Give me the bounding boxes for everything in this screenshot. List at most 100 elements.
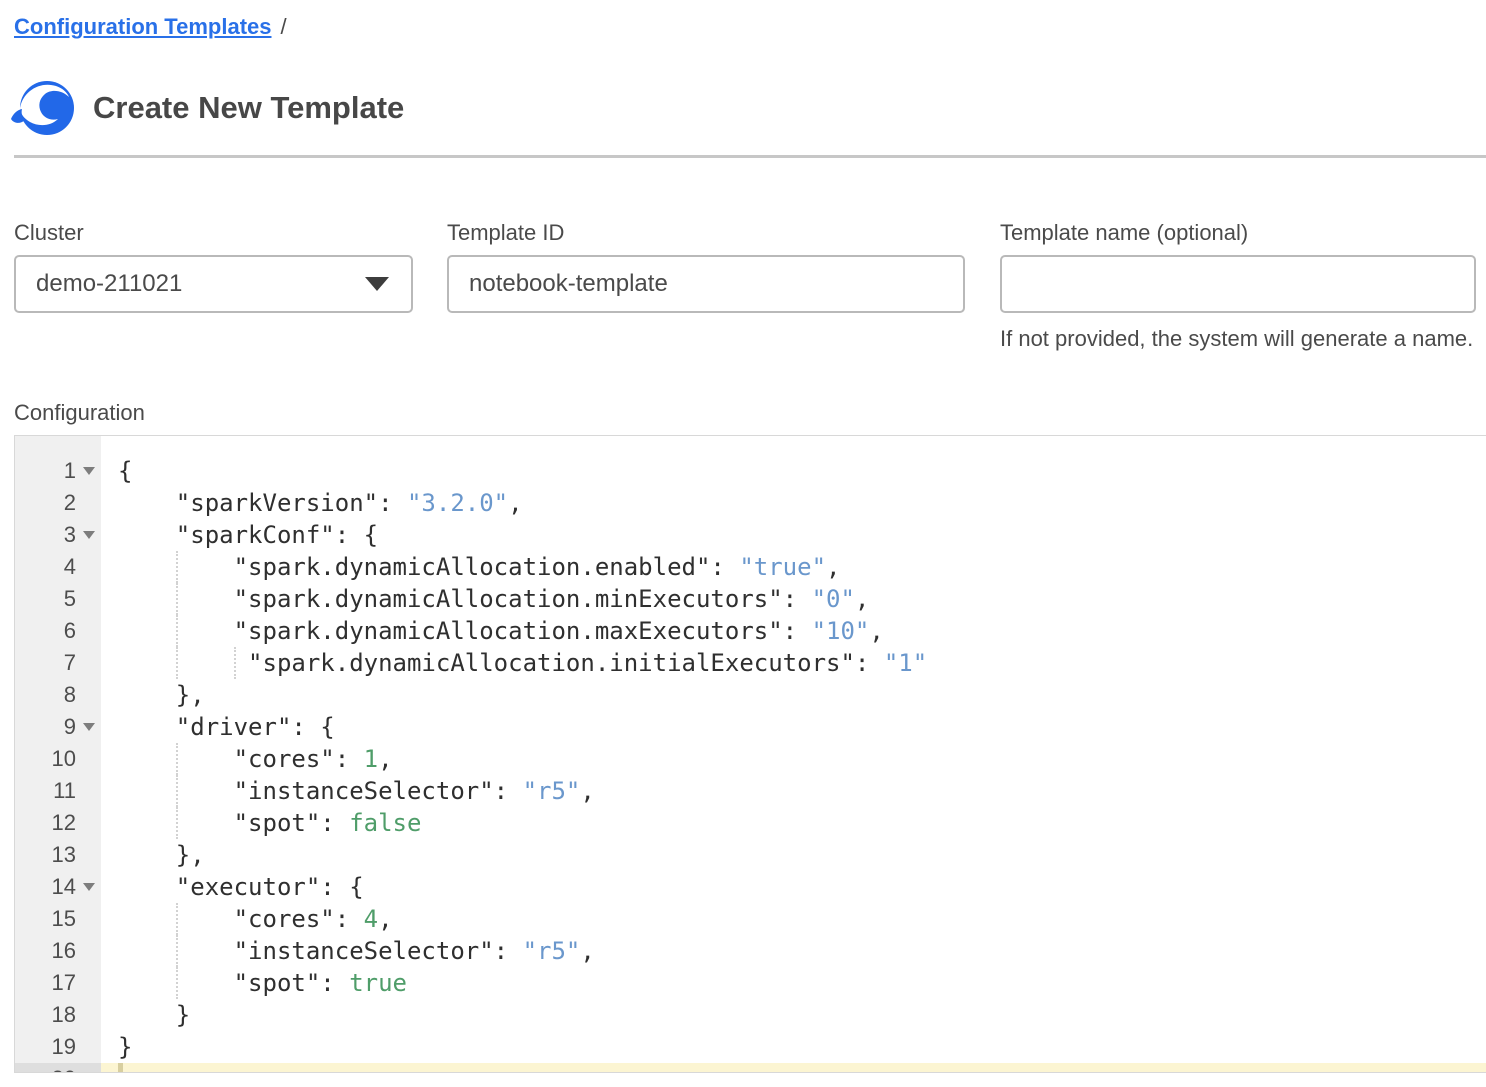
code-line[interactable]: 13 }, (15, 839, 1486, 871)
code-line-content[interactable]: "sparkConf": { (101, 519, 1486, 551)
token-plain: , (855, 585, 869, 613)
gutter-line-number[interactable]: 12 (15, 807, 101, 839)
template-id-input[interactable] (447, 255, 965, 313)
fold-arrow-icon[interactable] (83, 531, 95, 539)
gutter-line-number[interactable]: 16 (15, 935, 101, 967)
code-line[interactable]: 2 "sparkVersion": "3.2.0", (15, 487, 1486, 519)
code-line[interactable]: 15 "cores": 4, (15, 903, 1486, 935)
chevron-down-icon (365, 277, 389, 291)
code-line[interactable]: 6 "spark.dynamicAllocation.maxExecutors"… (15, 615, 1486, 647)
token-string: "3.2.0" (407, 489, 508, 517)
code-line[interactable]: 19} (15, 1031, 1486, 1063)
gutter-line-number[interactable]: 3 (15, 519, 101, 551)
code-text: "instanceSelector": "r5", (101, 775, 1486, 807)
code-line-content[interactable]: "cores": 4, (101, 903, 1486, 935)
code-line-content[interactable]: "cores": 1, (101, 743, 1486, 775)
code-line-content[interactable]: "instanceSelector": "r5", (101, 935, 1486, 967)
code-text: "executor": { (101, 871, 1486, 903)
gutter-line-number[interactable]: 6 (15, 615, 101, 647)
code-line-content[interactable]: } (101, 1031, 1486, 1063)
code-line[interactable]: 16 "instanceSelector": "r5", (15, 935, 1486, 967)
code-text: } (101, 999, 1486, 1031)
breadcrumb: Configuration Templates/ (14, 14, 1486, 40)
token-string: "r5" (523, 777, 581, 805)
fold-arrow-icon[interactable] (83, 883, 95, 891)
code-line[interactable]: 14 "executor": { (15, 871, 1486, 903)
ocean-wave-logo-icon (10, 79, 76, 137)
gutter-line-number[interactable]: 2 (15, 487, 101, 519)
cluster-field: Cluster demo-211021 (14, 220, 413, 352)
code-text: "sparkVersion": "3.2.0", (101, 487, 1486, 519)
code-line[interactable]: 1{ (15, 455, 1486, 487)
code-text: }, (101, 679, 1486, 711)
line-number: 3 (64, 522, 76, 548)
code-line-content[interactable] (101, 1063, 1486, 1073)
code-line[interactable]: 4 "spark.dynamicAllocation.enabled": "tr… (15, 551, 1486, 583)
line-number: 16 (52, 938, 76, 964)
gutter-line-number[interactable]: 7 (15, 647, 101, 679)
code-line[interactable]: 18 } (15, 999, 1486, 1031)
token-plain: "executor": { (118, 873, 364, 901)
editor-lines: 1{2 "sparkVersion": "3.2.0",3 "sparkConf… (15, 436, 1486, 1073)
page-title: Create New Template (93, 90, 404, 126)
line-number: 12 (52, 810, 76, 836)
code-line-content[interactable]: "spark.dynamicAllocation.maxExecutors": … (101, 615, 1486, 647)
code-line-content[interactable]: "spark.dynamicAllocation.minExecutors": … (101, 583, 1486, 615)
gutter-line-number[interactable]: 1 (15, 455, 101, 487)
token-string: "10" (812, 617, 870, 645)
code-line-content[interactable]: "executor": { (101, 871, 1486, 903)
code-line[interactable]: 5 "spark.dynamicAllocation.minExecutors"… (15, 583, 1486, 615)
configuration-code-editor[interactable]: 1{2 "sparkVersion": "3.2.0",3 "sparkConf… (14, 435, 1486, 1073)
code-line[interactable]: 11 "instanceSelector": "r5", (15, 775, 1486, 807)
code-line-content[interactable]: "instanceSelector": "r5", (101, 775, 1486, 807)
fold-slot (76, 467, 101, 475)
token-plain: }, (118, 841, 205, 869)
gutter-line-number[interactable]: 8 (15, 679, 101, 711)
code-line-content[interactable]: "spot": false (101, 807, 1486, 839)
token-plain: , (378, 745, 392, 773)
cluster-select[interactable]: demo-211021 (14, 255, 413, 313)
code-line-content[interactable]: "spark.dynamicAllocation.initialExecutor… (101, 647, 1486, 679)
code-line-content[interactable]: }, (101, 679, 1486, 711)
code-line[interactable]: 20 (15, 1063, 1486, 1073)
line-number: 11 (53, 778, 76, 804)
gutter-line-number[interactable]: 10 (15, 743, 101, 775)
gutter-line-number[interactable]: 14 (15, 871, 101, 903)
code-line-content[interactable]: { (101, 455, 1486, 487)
code-line[interactable]: 3 "sparkConf": { (15, 519, 1486, 551)
code-line[interactable]: 17 "spot": true (15, 967, 1486, 999)
code-text: "driver": { (101, 711, 1486, 743)
template-name-input[interactable] (1000, 255, 1476, 313)
gutter-line-number[interactable]: 9 (15, 711, 101, 743)
gutter-line-number[interactable]: 18 (15, 999, 101, 1031)
token-plain: "cores": (118, 905, 364, 933)
code-line-content[interactable]: } (101, 999, 1486, 1031)
code-line[interactable]: 9 "driver": { (15, 711, 1486, 743)
gutter-line-number[interactable]: 11 (15, 775, 101, 807)
line-number: 14 (52, 874, 76, 900)
gutter-line-number[interactable]: 5 (15, 583, 101, 615)
line-number: 7 (64, 650, 76, 676)
code-line-content[interactable]: "driver": { (101, 711, 1486, 743)
gutter-line-number[interactable]: 19 (15, 1031, 101, 1063)
code-line[interactable]: 12 "spot": false (15, 807, 1486, 839)
code-line[interactable]: 7 "spark.dynamicAllocation.initialExecut… (15, 647, 1486, 679)
gutter-line-number[interactable]: 13 (15, 839, 101, 871)
code-line-content[interactable]: "spot": true (101, 967, 1486, 999)
fold-arrow-icon[interactable] (83, 723, 95, 731)
token-plain: "sparkVersion": (118, 489, 407, 517)
gutter-line-number[interactable]: 17 (15, 967, 101, 999)
code-line-content[interactable]: }, (101, 839, 1486, 871)
gutter-line-number[interactable]: 20 (15, 1063, 101, 1073)
token-plain: , (378, 905, 392, 933)
template-name-helper-text: If not provided, the system will generat… (1000, 326, 1476, 352)
gutter-line-number[interactable]: 15 (15, 903, 101, 935)
code-line-content[interactable]: "sparkVersion": "3.2.0", (101, 487, 1486, 519)
code-line[interactable]: 10 "cores": 1, (15, 743, 1486, 775)
code-line-content[interactable]: "spark.dynamicAllocation.enabled": "true… (101, 551, 1486, 583)
fold-arrow-icon[interactable] (83, 467, 95, 475)
breadcrumb-link-configuration-templates[interactable]: Configuration Templates (14, 14, 272, 39)
gutter-line-number[interactable]: 4 (15, 551, 101, 583)
line-number: 2 (64, 490, 76, 516)
code-line[interactable]: 8 }, (15, 679, 1486, 711)
